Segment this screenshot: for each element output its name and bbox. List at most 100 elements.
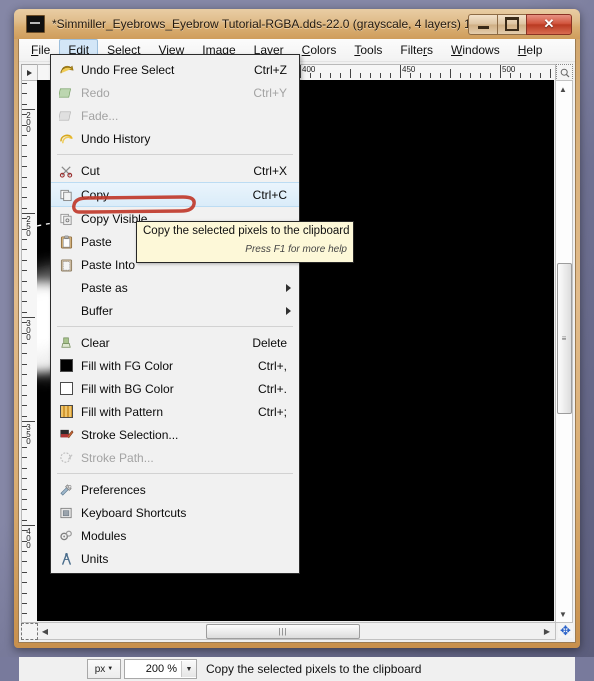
title-bar[interactable]: *Simmiller_Eyebrows_Eyebrow Tutorial-RGB… xyxy=(14,9,580,39)
menu-item-label: Redo xyxy=(77,86,253,100)
ruler-minor-tick xyxy=(420,73,421,78)
ruler-minor-tick xyxy=(22,343,27,344)
menu-item-label: Fill with FG Color xyxy=(77,359,258,373)
menu-colors[interactable]: Colors xyxy=(293,39,346,62)
menu-item-label: Units xyxy=(77,552,295,566)
ruler-minor-tick xyxy=(540,73,541,78)
zoom-image-button[interactable] xyxy=(556,64,573,81)
scroll-up-arrow[interactable]: ▲ xyxy=(556,82,570,96)
scroll-right-arrow[interactable]: ▶ xyxy=(540,624,554,638)
menu-item-buffer[interactable]: Buffer xyxy=(51,299,299,322)
navigation-preview-button[interactable]: ✥ xyxy=(558,623,573,638)
menu-item-stroke-selection[interactable]: Stroke Selection... xyxy=(51,423,299,446)
ruler-minor-tick xyxy=(22,572,27,573)
ruler-minor-tick xyxy=(440,73,441,78)
status-message: Copy the selected pixels to the clipboar… xyxy=(206,662,421,676)
quick-mask-toggle[interactable] xyxy=(21,623,38,640)
edit-dropdown-menu[interactable]: Undo Free SelectCtrl+ZRedoCtrl+YFade...U… xyxy=(50,54,300,574)
menu-item-label: Stroke Path... xyxy=(77,451,295,465)
window-title: *Simmiller_Eyebrows_Eyebrow Tutorial-RGB… xyxy=(52,17,468,31)
window-controls: ✕ xyxy=(468,14,572,35)
ruler-minor-tick xyxy=(22,405,27,406)
ruler-minor-tick xyxy=(22,301,27,302)
menu-windows[interactable]: Windows xyxy=(442,39,509,62)
menu-help[interactable]: Help xyxy=(509,39,552,62)
ruler-minor-tick xyxy=(22,83,27,84)
ruler-minor-tick xyxy=(22,135,27,136)
ruler-minor-tick xyxy=(22,613,27,614)
menu-item-label: Buffer xyxy=(77,304,295,318)
ruler-minor-tick xyxy=(22,530,27,531)
menu-item-undo-history[interactable]: Undo History xyxy=(51,127,299,150)
menu-item-clear[interactable]: ClearDelete xyxy=(51,331,299,354)
stroke-brush-icon xyxy=(55,426,77,443)
close-button[interactable]: ✕ xyxy=(526,14,572,35)
ruler-minor-tick xyxy=(22,125,27,126)
menu-filters[interactable]: Filters xyxy=(391,39,442,62)
ruler-minor-tick xyxy=(510,73,511,78)
menu-item-keyboard-shortcuts[interactable]: Keyboard Shortcuts xyxy=(51,501,299,524)
undo-arrow-icon xyxy=(55,61,77,78)
maximize-button[interactable] xyxy=(497,14,526,35)
ruler-minor-tick xyxy=(22,177,27,178)
minimize-button[interactable] xyxy=(468,14,497,35)
vertical-ruler[interactable]: 200250300350400 xyxy=(21,80,37,623)
menu-item-shortcut: Delete xyxy=(252,336,295,350)
unit-selector[interactable]: px ▼ xyxy=(87,659,121,679)
ruler-minor-tick xyxy=(22,385,27,386)
scroll-left-arrow[interactable]: ◀ xyxy=(38,624,52,638)
ruler-minor-tick xyxy=(22,312,27,313)
menu-item-copy[interactable]: CopyCtrl+C xyxy=(51,182,299,207)
horizontal-scrollbar[interactable]: ◀ ||| ▶ xyxy=(37,622,556,640)
horizontal-scroll-thumb[interactable]: ||| xyxy=(206,624,360,639)
menu-item-fade: Fade... xyxy=(51,104,299,127)
menu-item-cut[interactable]: CutCtrl+X xyxy=(51,159,299,182)
ruler-minor-tick xyxy=(22,489,27,490)
menu-item-units[interactable]: Units xyxy=(51,547,299,570)
menu-item-preferences[interactable]: Preferences xyxy=(51,478,299,501)
menu-item-fill-with-fg-color[interactable]: Fill with FG ColorCtrl+, xyxy=(51,354,299,377)
ruler-minor-tick xyxy=(22,145,27,146)
ruler-major-tick xyxy=(22,317,35,318)
ruler-minor-tick xyxy=(310,73,311,78)
ruler-minor-tick xyxy=(22,364,27,365)
fg-color-swatch-icon xyxy=(55,357,77,374)
ruler-major-tick xyxy=(22,525,35,526)
ruler-major-tick xyxy=(22,109,35,110)
menu-item-paste-as[interactable]: Paste as xyxy=(51,276,299,299)
wrench-icon xyxy=(55,481,77,498)
ruler-minor-tick xyxy=(340,73,341,78)
menu-separator xyxy=(57,473,293,474)
menu-item-label: Undo Free Select xyxy=(77,63,254,77)
zoom-dropdown-arrow[interactable]: ▼ xyxy=(181,661,196,677)
scissors-icon xyxy=(55,162,77,179)
zoom-value[interactable]: 200 % xyxy=(125,663,181,675)
grip-icon: ||| xyxy=(278,627,287,636)
scroll-down-arrow[interactable]: ▼ xyxy=(556,607,570,621)
menu-item-modules[interactable]: Modules xyxy=(51,524,299,547)
ruler-minor-tick xyxy=(22,197,27,198)
ruler-minor-tick xyxy=(22,270,27,271)
ruler-label: 450 xyxy=(402,65,415,74)
menu-tools[interactable]: Tools xyxy=(345,39,391,62)
zoom-selector[interactable]: 200 % ▼ xyxy=(124,659,197,679)
pattern-swatch-icon xyxy=(55,403,77,420)
no-icon xyxy=(55,302,77,319)
ruler-minor-tick xyxy=(22,291,27,292)
menu-item-fill-with-bg-color[interactable]: Fill with BG ColorCtrl+. xyxy=(51,377,299,400)
copy-icon xyxy=(55,186,77,203)
menu-item-undo-free-select[interactable]: Undo Free SelectCtrl+Z xyxy=(51,58,299,81)
menu-corner-button[interactable] xyxy=(21,64,38,81)
menu-item-label: Fade... xyxy=(77,109,295,123)
vertical-scrollbar[interactable]: ▲ ≡ ▼ xyxy=(555,80,573,623)
gimp-image-window: *Simmiller_Eyebrows_Eyebrow Tutorial-RGB… xyxy=(14,9,580,648)
unit-label: px xyxy=(95,664,106,675)
menu-item-fill-with-pattern[interactable]: Fill with PatternCtrl+; xyxy=(51,400,299,423)
ruler-minor-tick xyxy=(22,447,27,448)
no-icon xyxy=(55,279,77,296)
ruler-label: 400 xyxy=(302,65,315,74)
ruler-minor-tick xyxy=(22,322,27,323)
vertical-scroll-thumb[interactable]: ≡ xyxy=(557,263,572,414)
ruler-minor-tick xyxy=(22,395,27,396)
menu-item-stroke-path: Stroke Path... xyxy=(51,446,299,469)
